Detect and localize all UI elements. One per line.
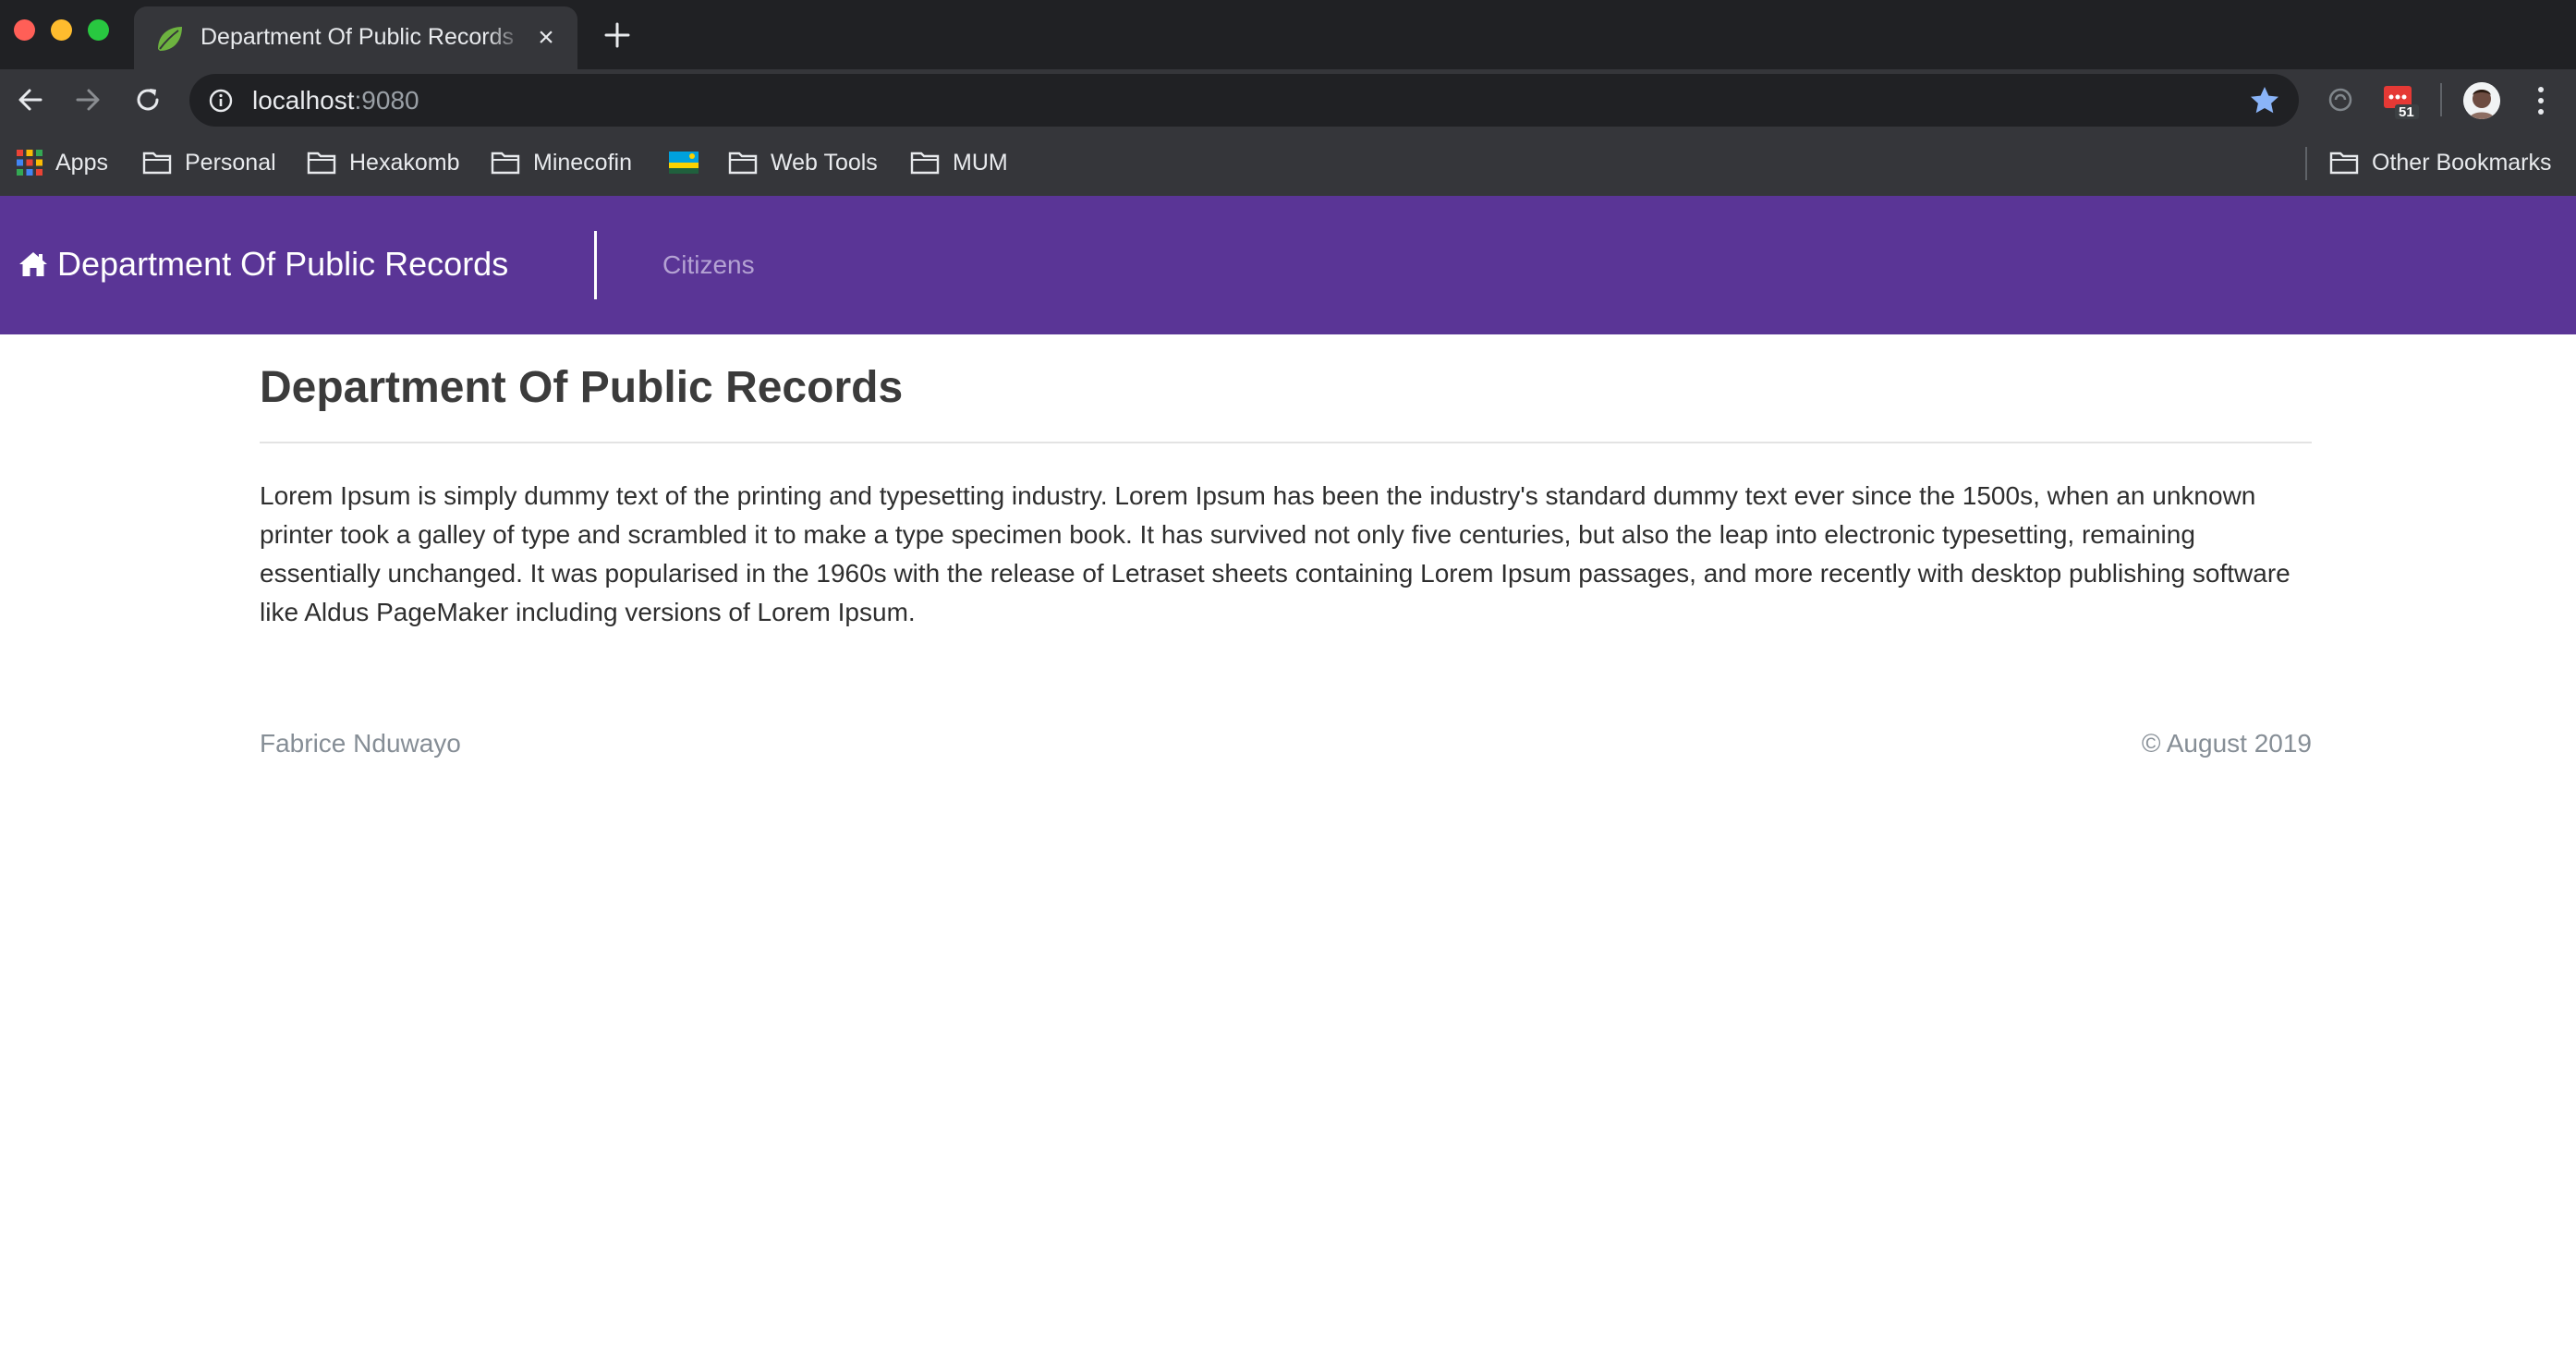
address-bar[interactable]: localhost:9080 bbox=[189, 74, 2299, 127]
url-host: localhost bbox=[252, 86, 355, 115]
folder-icon bbox=[307, 152, 336, 175]
bookmark-star-icon[interactable] bbox=[2248, 84, 2281, 117]
footer-author: Fabrice Nduwayo bbox=[260, 729, 461, 758]
rwanda-flag-icon bbox=[669, 152, 699, 174]
folder-icon bbox=[728, 152, 758, 175]
nav-link-citizens[interactable]: Citizens bbox=[662, 250, 755, 280]
bookmark-web-tools-label: Web Tools bbox=[771, 149, 878, 176]
reload-icon[interactable] bbox=[130, 82, 165, 117]
bookmark-hexakomb-label: Hexakomb bbox=[349, 149, 460, 176]
bookmark-mum-label: MUM bbox=[953, 149, 1008, 176]
bookmarks-bar: Apps Personal Hexakomb Minecofin Web Too… bbox=[0, 130, 2576, 196]
window-close-button[interactable] bbox=[14, 19, 35, 41]
forward-arrow-icon[interactable] bbox=[70, 82, 105, 117]
bookmark-folder-personal[interactable]: Personal bbox=[142, 144, 276, 181]
intro-paragraph: Lorem Ipsum is simply dummy text of the … bbox=[260, 481, 2290, 626]
apps-grid-icon bbox=[17, 150, 43, 176]
window-minimize-button[interactable] bbox=[51, 19, 72, 41]
navbar-brand-text: Department Of Public Records bbox=[57, 245, 509, 283]
bookmark-apps-label: Apps bbox=[55, 149, 108, 176]
tab-title: Department Of Public Records bbox=[200, 24, 524, 51]
url-port: :9080 bbox=[354, 86, 419, 115]
window-maximize-button[interactable] bbox=[88, 19, 109, 41]
bookmark-apps[interactable]: Apps bbox=[17, 144, 108, 181]
bookmark-folder-other[interactable]: Other Bookmarks bbox=[2329, 144, 2552, 181]
home-icon bbox=[19, 252, 47, 276]
back-arrow-icon[interactable] bbox=[13, 82, 48, 117]
page-title: Department Of Public Records bbox=[260, 363, 904, 412]
bookmark-minecofin-label: Minecofin bbox=[533, 149, 632, 176]
tab-close-icon[interactable]: × bbox=[533, 24, 559, 52]
bookmark-flag[interactable] bbox=[669, 144, 711, 181]
bookmark-personal-label: Personal bbox=[185, 149, 276, 176]
bookmark-other-label: Other Bookmarks bbox=[2372, 149, 2552, 176]
bookmark-folder-hexakomb[interactable]: Hexakomb bbox=[307, 144, 460, 181]
navbar-divider bbox=[594, 231, 597, 299]
footer-copyright: © August 2019 bbox=[2141, 729, 2312, 758]
profile-avatar[interactable] bbox=[2463, 82, 2500, 119]
folder-icon bbox=[491, 152, 520, 175]
avatar-icon bbox=[2463, 82, 2500, 119]
extension-badge-icon[interactable]: 51 bbox=[2382, 84, 2419, 121]
browser-toolbar: localhost:9080 51 bbox=[0, 69, 2576, 130]
bookmark-folder-mum[interactable]: MUM bbox=[910, 144, 1008, 181]
bookmark-folder-web-tools[interactable]: Web Tools bbox=[728, 144, 878, 181]
navbar-brand-link[interactable]: Department Of Public Records bbox=[18, 245, 508, 284]
toolbar-separator bbox=[2440, 83, 2442, 116]
folder-icon bbox=[910, 152, 940, 175]
title-divider bbox=[260, 442, 2312, 443]
bookmark-folder-minecofin[interactable]: Minecofin bbox=[491, 144, 632, 181]
extension-sync-icon[interactable] bbox=[2325, 84, 2356, 115]
bookmarks-separator bbox=[2305, 147, 2307, 180]
browser-tabstrip: Department Of Public Records × bbox=[0, 0, 2576, 69]
url-text[interactable]: localhost:9080 bbox=[252, 86, 419, 115]
browser-tab-active[interactable]: Department Of Public Records × bbox=[134, 6, 577, 69]
site-navbar: Department Of Public Records Citizens bbox=[0, 196, 2576, 334]
browser-menu-icon[interactable] bbox=[2530, 82, 2552, 119]
extension-badge-count: 51 bbox=[2399, 104, 2414, 120]
folder-icon bbox=[142, 152, 172, 175]
spring-leaf-icon bbox=[158, 27, 182, 51]
site-info-icon[interactable] bbox=[208, 88, 234, 114]
folder-icon bbox=[2329, 152, 2359, 175]
new-tab-plus-icon[interactable] bbox=[601, 18, 634, 52]
